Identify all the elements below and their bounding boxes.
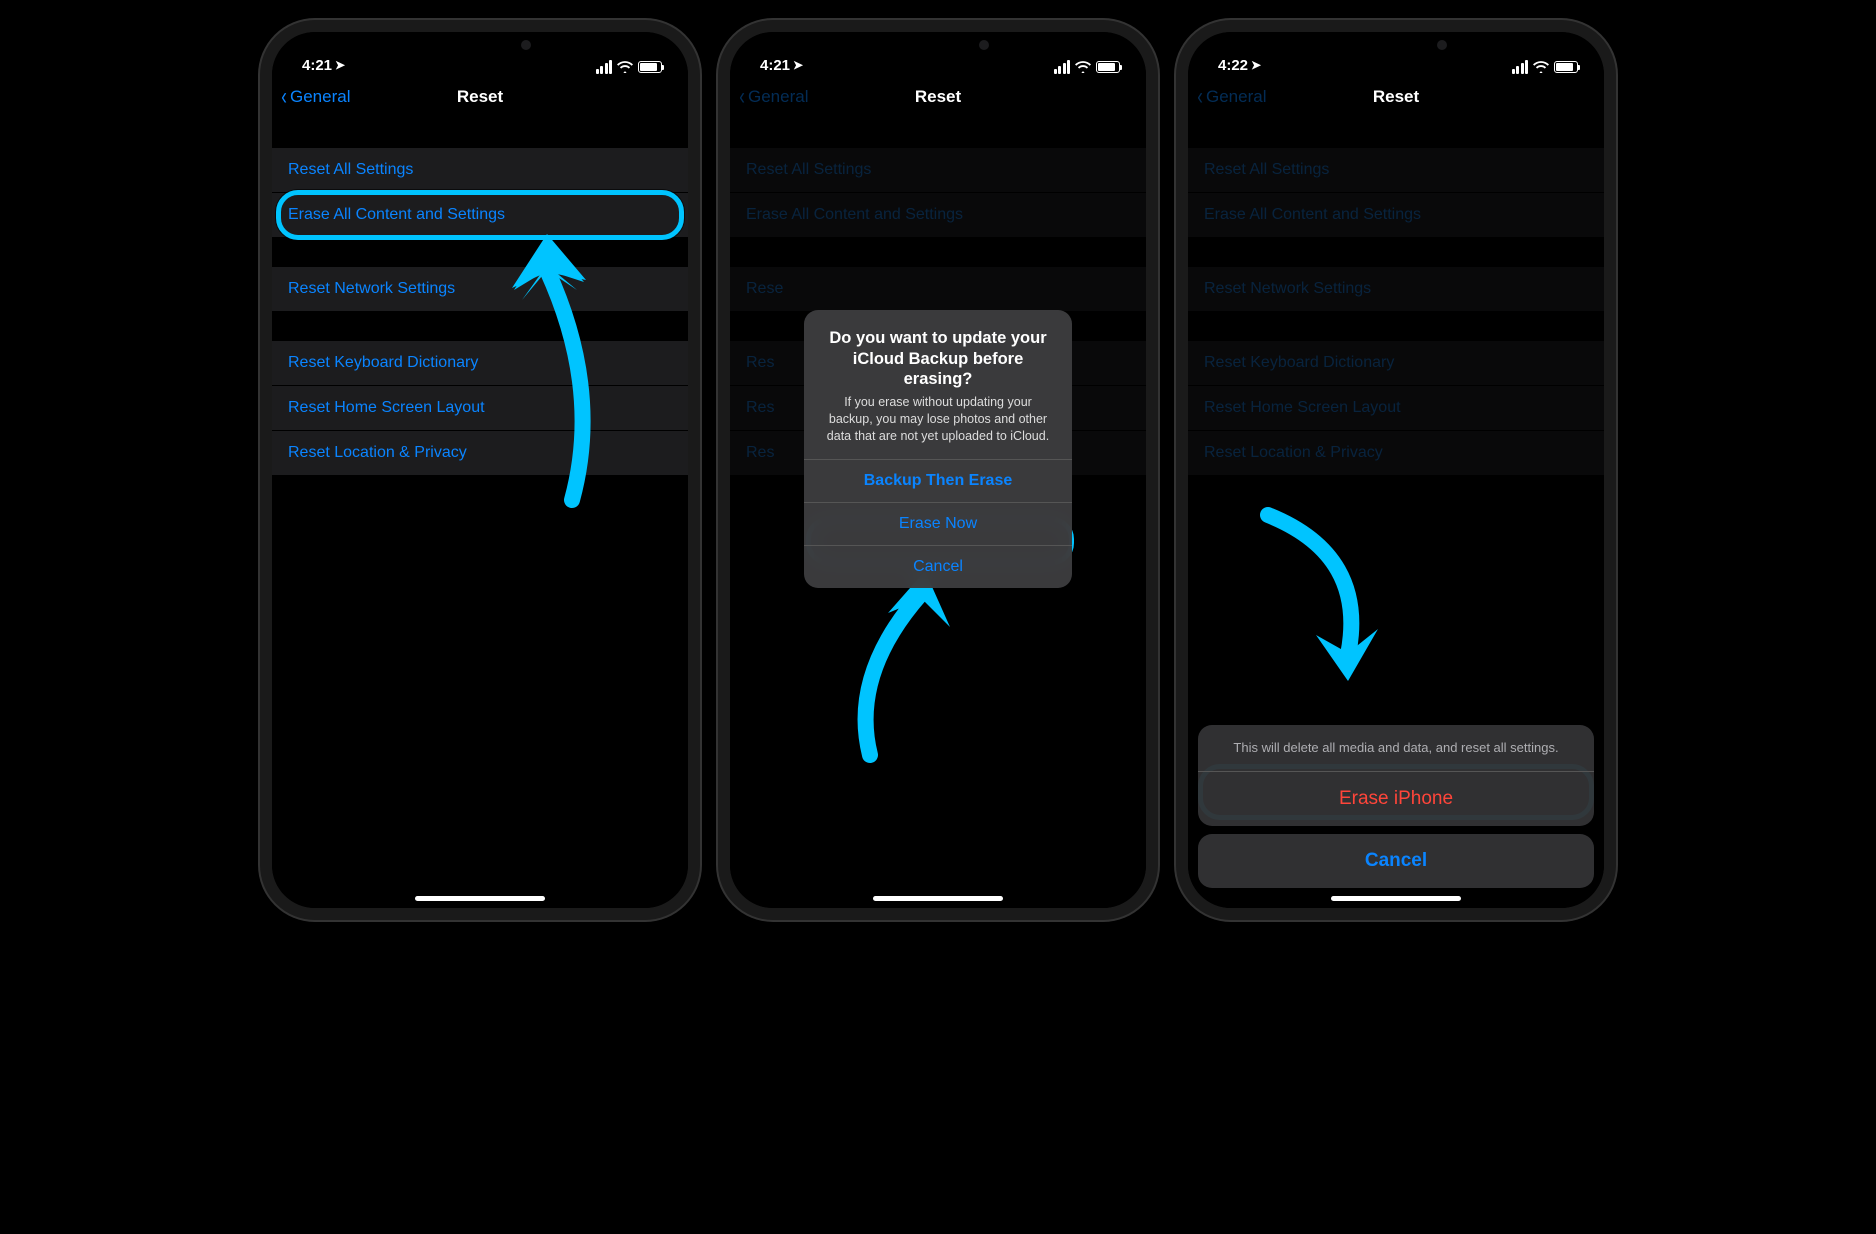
- notch: [1301, 32, 1491, 60]
- cell-reset-home[interactable]: Reset Home Screen Layout: [272, 386, 688, 431]
- back-label: General: [748, 87, 808, 107]
- battery-icon: [1554, 61, 1578, 73]
- icloud-backup-alert: Do you want to update your iCloud Backup…: [804, 310, 1072, 588]
- sheet-erase-iphone[interactable]: Erase iPhone: [1198, 771, 1594, 826]
- phone-frame-1: 4:21 ➤ ‹ General Reset Reset All Setting…: [260, 20, 700, 920]
- alert-title: Do you want to update your iCloud Backup…: [804, 310, 1072, 394]
- cell-reset-keyboard[interactable]: Reset Keyboard Dictionary: [272, 341, 688, 386]
- wifi-icon: [1533, 61, 1549, 73]
- location-icon: ➤: [335, 58, 345, 72]
- status-time: 4:21: [302, 57, 332, 74]
- home-indicator[interactable]: [1331, 896, 1461, 901]
- back-button: ‹ General: [738, 74, 808, 120]
- cell-reset-all[interactable]: Reset All Settings: [272, 148, 688, 193]
- phone-frame-2: 4:21 ➤ ‹ General Reset Reset All Setting…: [718, 20, 1158, 920]
- notch: [385, 32, 575, 60]
- nav-bar: ‹ General Reset: [730, 74, 1146, 120]
- phone-frame-3: 4:22 ➤ ‹ General Reset Reset All Setting…: [1176, 20, 1616, 920]
- battery-icon: [1096, 61, 1120, 73]
- cellular-icon: [1512, 60, 1529, 74]
- settings-list-dimmed: Reset All Settings Erase All Content and…: [1188, 120, 1604, 908]
- cellular-icon: [1054, 60, 1071, 74]
- notch: [843, 32, 1033, 60]
- status-time: 4:22: [1218, 57, 1248, 74]
- back-label: General: [1206, 87, 1266, 107]
- battery-icon: [638, 61, 662, 73]
- sheet-message: This will delete all media and data, and…: [1198, 725, 1594, 771]
- location-icon: ➤: [1251, 58, 1261, 72]
- status-time: 4:21: [760, 57, 790, 74]
- chevron-left-icon: ‹: [739, 85, 745, 109]
- nav-bar: ‹ General Reset: [1188, 74, 1604, 120]
- settings-list-dimmed: Reset All Settings Erase All Content and…: [730, 120, 1146, 908]
- wifi-icon: [617, 61, 633, 73]
- wifi-icon: [1075, 61, 1091, 73]
- alert-erase-now[interactable]: Erase Now: [804, 502, 1072, 545]
- action-sheet: This will delete all media and data, and…: [1198, 725, 1594, 888]
- settings-list: Reset All Settings Erase All Content and…: [272, 120, 688, 908]
- nav-bar: ‹ General Reset: [272, 74, 688, 120]
- cell-reset-location[interactable]: Reset Location & Privacy: [272, 431, 688, 475]
- alert-backup-then-erase[interactable]: Backup Then Erase: [804, 459, 1072, 502]
- cellular-icon: [596, 60, 613, 74]
- sheet-cancel[interactable]: Cancel: [1198, 834, 1594, 888]
- back-button: ‹ General: [1196, 74, 1266, 120]
- home-indicator[interactable]: [415, 896, 545, 901]
- cell-reset-network[interactable]: Reset Network Settings: [272, 267, 688, 311]
- alert-cancel[interactable]: Cancel: [804, 545, 1072, 588]
- alert-message: If you erase without updating your backu…: [804, 394, 1072, 459]
- page-title: Reset: [1373, 87, 1419, 107]
- back-button[interactable]: ‹ General: [280, 74, 350, 120]
- page-title: Reset: [457, 87, 503, 107]
- home-indicator[interactable]: [873, 896, 1003, 901]
- back-label: General: [290, 87, 350, 107]
- page-title: Reset: [915, 87, 961, 107]
- chevron-left-icon: ‹: [1197, 85, 1203, 109]
- chevron-left-icon: ‹: [281, 85, 287, 109]
- cell-erase-all[interactable]: Erase All Content and Settings: [272, 193, 688, 237]
- location-icon: ➤: [793, 58, 803, 72]
